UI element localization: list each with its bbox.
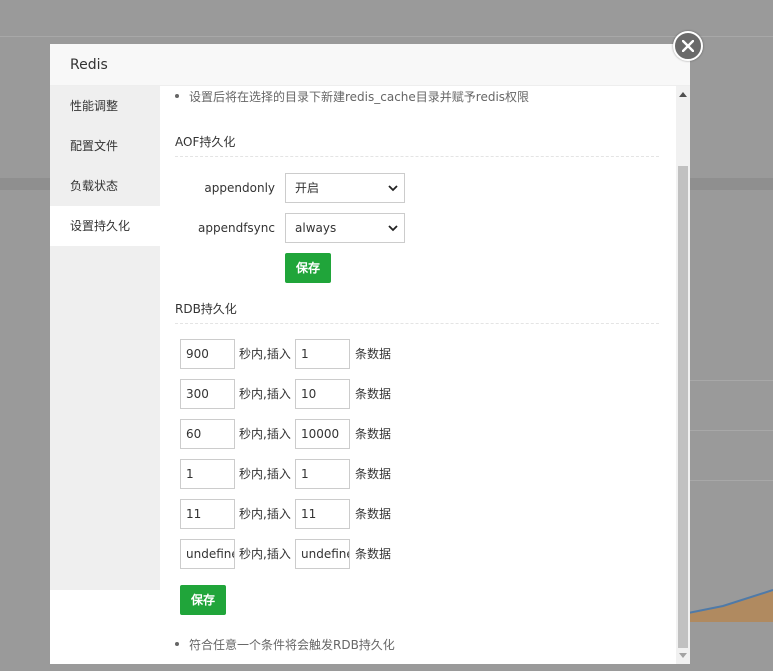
rdb-save-button[interactable]: 保存 (180, 585, 227, 615)
chevron-down-icon (388, 185, 398, 192)
close-icon (682, 40, 694, 52)
rdb-records-label: 条数据 (355, 347, 392, 361)
rdb-changes-input[interactable]: undefined (295, 539, 350, 569)
rdb-changes-input[interactable]: 10000 (295, 419, 350, 449)
rdb-seconds-input[interactable]: undefined (180, 539, 235, 569)
dialog-title: Redis (50, 44, 690, 86)
sidebar-item-load-status[interactable]: 负载状态 (50, 166, 160, 206)
rdb-records-label: 条数据 (355, 467, 392, 481)
sidebar-item-performance[interactable]: 性能调整 (50, 86, 160, 126)
chevron-down-icon (388, 225, 398, 232)
background-chart (683, 589, 773, 622)
rdb-records-label: 条数据 (355, 387, 392, 401)
scroll-down-arrow-icon[interactable] (679, 653, 687, 658)
background-divider (690, 480, 773, 481)
appendonly-label: appendonly (204, 181, 275, 195)
scroll-up-arrow-icon[interactable] (679, 92, 687, 97)
rdb-records-label: 条数据 (355, 427, 392, 441)
rdb-seconds-label: 秒内,插入 (239, 467, 291, 481)
background-divider (690, 430, 773, 431)
rdb-seconds-input[interactable]: 1 (180, 459, 235, 489)
appendonly-value: 开启 (295, 181, 320, 195)
rdb-seconds-label: 秒内,插入 (239, 347, 291, 361)
panel-scrollbar[interactable] (676, 86, 690, 664)
rdb-seconds-input[interactable]: 60 (180, 419, 235, 449)
rdb-seconds-label: 秒内,插入 (239, 507, 291, 521)
rdb-trigger-note: 符合任意一个条件将会触发RDB持久化 (175, 636, 395, 653)
rdb-seconds-input[interactable]: 300 (180, 379, 235, 409)
rdb-changes-input[interactable]: 11 (295, 499, 350, 529)
rdb-seconds-label: 秒内,插入 (239, 547, 291, 561)
close-dialog-button[interactable] (673, 31, 703, 61)
rdb-section-title: RDB持久化 (175, 302, 237, 316)
rdb-seconds-input[interactable]: 900 (180, 339, 235, 369)
rdb-changes-input[interactable]: 1 (295, 459, 350, 489)
aof-save-button[interactable]: 保存 (285, 253, 332, 283)
rdb-seconds-input[interactable]: 11 (180, 499, 235, 529)
aof-section-title: AOF持久化 (175, 135, 236, 149)
background-divider (0, 36, 773, 37)
sidebar-item-persistence[interactable]: 设置持久化 (50, 206, 160, 246)
rdb-divider (175, 323, 659, 324)
appendfsync-label: appendfsync (198, 221, 275, 235)
background-divider (690, 380, 773, 381)
rdb-changes-input[interactable]: 10 (295, 379, 350, 409)
scroll-thumb[interactable] (678, 166, 688, 648)
rdb-seconds-label: 秒内,插入 (239, 387, 291, 401)
directory-note: 设置后将在选择的目录下新建redis_cache目录并赋予redis权限 (175, 88, 529, 105)
rdb-seconds-label: 秒内,插入 (239, 427, 291, 441)
appendfsync-value: always (295, 221, 337, 235)
rdb-records-label: 条数据 (355, 547, 392, 561)
sidebar-item-config-file[interactable]: 配置文件 (50, 126, 160, 166)
appendfsync-select[interactable]: always (285, 213, 405, 243)
dialog-sidebar: 性能调整 配置文件 负载状态 设置持久化 (50, 86, 160, 590)
rdb-changes-input[interactable]: 1 (295, 339, 350, 369)
persistence-panel: 设置后将在选择的目录下新建redis_cache目录并赋予redis权限 AOF… (160, 86, 676, 664)
redis-dialog: Redis 性能调整 配置文件 负载状态 设置持久化 设置后将在选择的目录下新建… (50, 44, 690, 664)
aof-divider (175, 156, 659, 157)
appendonly-select[interactable]: 开启 (285, 173, 405, 203)
rdb-records-label: 条数据 (355, 507, 392, 521)
